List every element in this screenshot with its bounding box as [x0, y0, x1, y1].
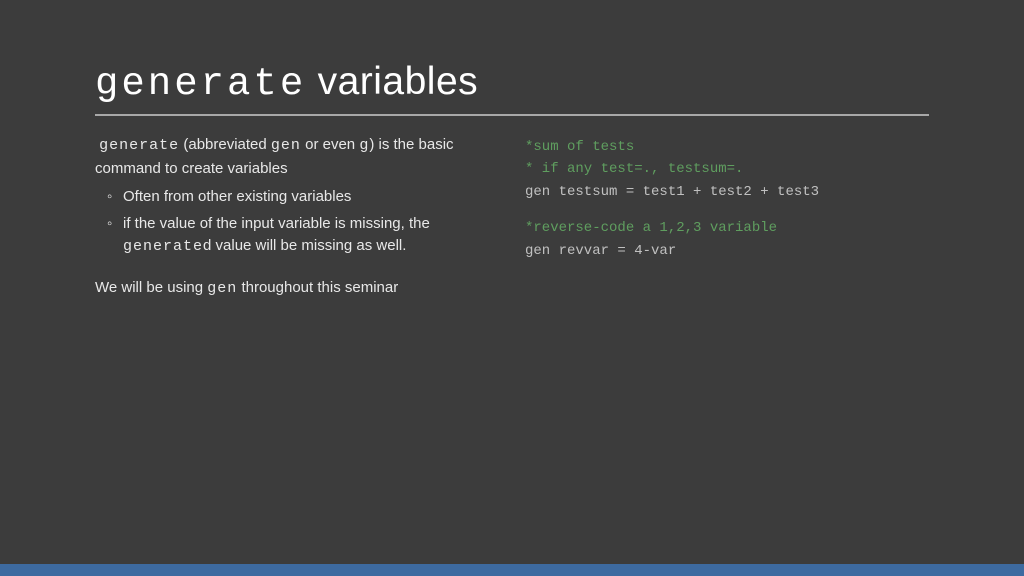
intro-text-2: or even: [301, 136, 359, 153]
intro-code-generate: generate: [99, 137, 179, 154]
bullet-2a: if the value of the input variable is mi…: [123, 215, 430, 232]
bullet-2-code: generate: [123, 238, 203, 255]
outro-code: gen: [207, 280, 237, 297]
bullet-list: Often from other existing variables if t…: [107, 186, 495, 259]
code-line-1: gen testsum = test1 + test2 + test3: [525, 181, 929, 203]
title-rest: variables: [306, 60, 478, 103]
slide-title: generate variables: [95, 60, 929, 106]
title-block: generate variables: [95, 60, 929, 116]
intro-code-gen: gen: [271, 137, 301, 154]
code-block-2: *reverse-code a 1,2,3 variable gen revva…: [525, 217, 929, 262]
bullet-1: Often from other existing variables: [107, 186, 495, 209]
code-line-2: gen revvar = 4-var: [525, 240, 929, 262]
intro-code-g: g: [359, 137, 369, 154]
slide: generate variables generate (abbreviated…: [0, 0, 1024, 576]
code-comment-2: * if any test=., testsum=.: [525, 158, 929, 180]
outro-paragraph: We will be using gen throughout this sem…: [95, 277, 495, 301]
bullet-2: if the value of the input variable is mi…: [107, 213, 495, 259]
left-column: generate (abbreviated gen or even g) is …: [95, 134, 495, 300]
intro-text-1: (abbreviated: [179, 136, 271, 153]
code-comment-1: *sum of tests: [525, 136, 929, 158]
outro-a: We will be using: [95, 279, 207, 296]
intro-paragraph: generate (abbreviated gen or even g) is …: [95, 134, 495, 180]
title-mono: generate: [95, 62, 306, 106]
code-block-1: *sum of tests * if any test=., testsum=.…: [525, 136, 929, 203]
right-column-code: *sum of tests * if any test=., testsum=.…: [525, 134, 929, 300]
outro-c: throughout this seminar: [237, 279, 398, 296]
content-columns: generate (abbreviated gen or even g) is …: [95, 134, 929, 300]
code-comment-3: *reverse-code a 1,2,3 variable: [525, 217, 929, 239]
bullet-1-text: Often from other existing variables: [123, 188, 351, 205]
bullet-2c: d value will be missing as well.: [203, 237, 406, 254]
footer-accent-bar: [0, 564, 1024, 576]
